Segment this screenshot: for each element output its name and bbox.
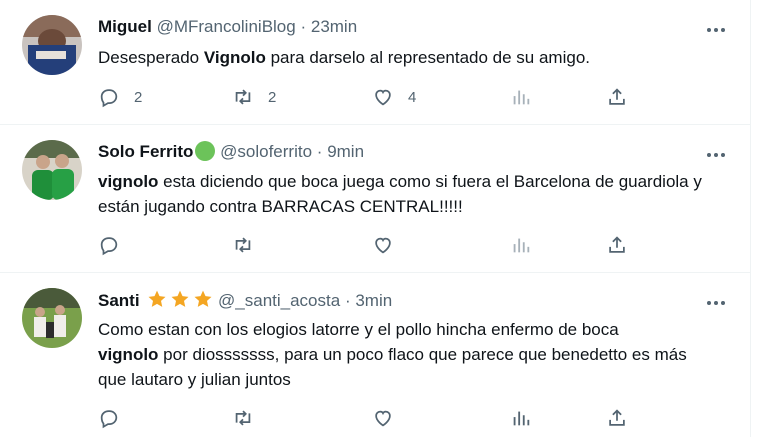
- display-name[interactable]: Santi: [98, 291, 140, 310]
- keyword-highlight: vignolo: [98, 345, 159, 364]
- reply-count: 2: [134, 88, 143, 106]
- reply-button[interactable]: 2: [98, 85, 142, 109]
- retweet-icon: [235, 410, 251, 426]
- retweet-button[interactable]: 2: [232, 85, 276, 109]
- tweet-text: vignolo esta diciendo que boca juega com…: [98, 172, 702, 216]
- user-handle[interactable]: @soloferrito: [220, 142, 312, 161]
- share-icon: [609, 409, 625, 426]
- more-options-icon[interactable]: [704, 20, 728, 40]
- tweet[interactable]: Santi @_santi_acosta · 3min Como estan c…: [0, 273, 750, 437]
- retweet-icon: [235, 89, 251, 105]
- heart-icon: [375, 410, 391, 427]
- separator: ·: [316, 142, 323, 161]
- tweet-actions: [98, 233, 638, 257]
- tweet-text: Desesperado Vignolo para darselo al repr…: [98, 48, 591, 67]
- like-button[interactable]: [372, 406, 394, 430]
- reply-icon: [100, 89, 118, 108]
- display-name[interactable]: Miguel: [98, 17, 152, 36]
- reply-icon: [100, 237, 118, 256]
- tweet-header: Miguel @MFrancoliniBlog · 23min: [98, 16, 357, 38]
- timestamp[interactable]: 3min: [355, 291, 392, 310]
- retweet-icon: [235, 237, 251, 253]
- keyword-highlight: vignolo: [98, 172, 159, 191]
- heart-icon: [375, 237, 391, 254]
- avatar[interactable]: [22, 288, 82, 348]
- tweet-actions: [98, 406, 638, 430]
- tweet[interactable]: Miguel @MFrancoliniBlog · 23min Desesper…: [0, 0, 750, 125]
- green-circle-badge-icon: [195, 141, 216, 161]
- more-options-icon[interactable]: [704, 293, 728, 313]
- share-button[interactable]: [606, 406, 628, 430]
- like-button[interactable]: 4: [372, 85, 416, 109]
- reply-button[interactable]: [98, 406, 120, 430]
- star-icon: [171, 290, 189, 307]
- like-count: 4: [408, 88, 417, 106]
- share-icon: [609, 236, 625, 253]
- heart-icon: [375, 89, 391, 106]
- like-button[interactable]: [372, 233, 394, 257]
- views-chart-icon: [513, 411, 530, 426]
- tweet-header: Solo Ferrito @soloferrito · 9min: [98, 141, 364, 163]
- share-icon: [609, 88, 625, 105]
- retweet-button[interactable]: [232, 406, 254, 430]
- display-name[interactable]: Solo Ferrito: [98, 142, 193, 161]
- timestamp[interactable]: 23min: [311, 17, 357, 36]
- more-options-icon[interactable]: [704, 145, 728, 165]
- star-icon: [148, 290, 166, 307]
- keyword-highlight: Vignolo: [203, 48, 266, 67]
- separator: ·: [344, 291, 351, 310]
- retweet-count: 2: [268, 88, 277, 106]
- tweet-header: Santi @_santi_acosta · 3min: [98, 289, 392, 312]
- tweet-actions: 2 2 4: [98, 85, 638, 109]
- reply-icon: [100, 410, 118, 429]
- tweet-text: Como estan con los elogios latorre y el …: [98, 320, 687, 389]
- user-handle[interactable]: @_santi_acosta: [218, 291, 340, 310]
- views-button[interactable]: [510, 233, 532, 257]
- timestamp[interactable]: 9min: [327, 142, 364, 161]
- views-chart-icon: [513, 238, 530, 253]
- star-icon: [194, 290, 212, 307]
- share-button[interactable]: [606, 85, 628, 109]
- share-button[interactable]: [606, 233, 628, 257]
- reply-button[interactable]: [98, 233, 120, 257]
- avatar[interactable]: [22, 15, 82, 75]
- views-button[interactable]: [510, 85, 532, 109]
- separator: ·: [300, 17, 307, 36]
- retweet-button[interactable]: [232, 233, 254, 257]
- timeline: Miguel @MFrancoliniBlog · 23min Desesper…: [0, 0, 751, 437]
- user-handle[interactable]: @MFrancoliniBlog: [157, 17, 296, 36]
- tweet[interactable]: Solo Ferrito @soloferrito · 9min vignolo…: [0, 125, 750, 273]
- avatar[interactable]: [22, 140, 82, 200]
- views-button[interactable]: [510, 406, 532, 430]
- views-chart-icon: [513, 90, 530, 105]
